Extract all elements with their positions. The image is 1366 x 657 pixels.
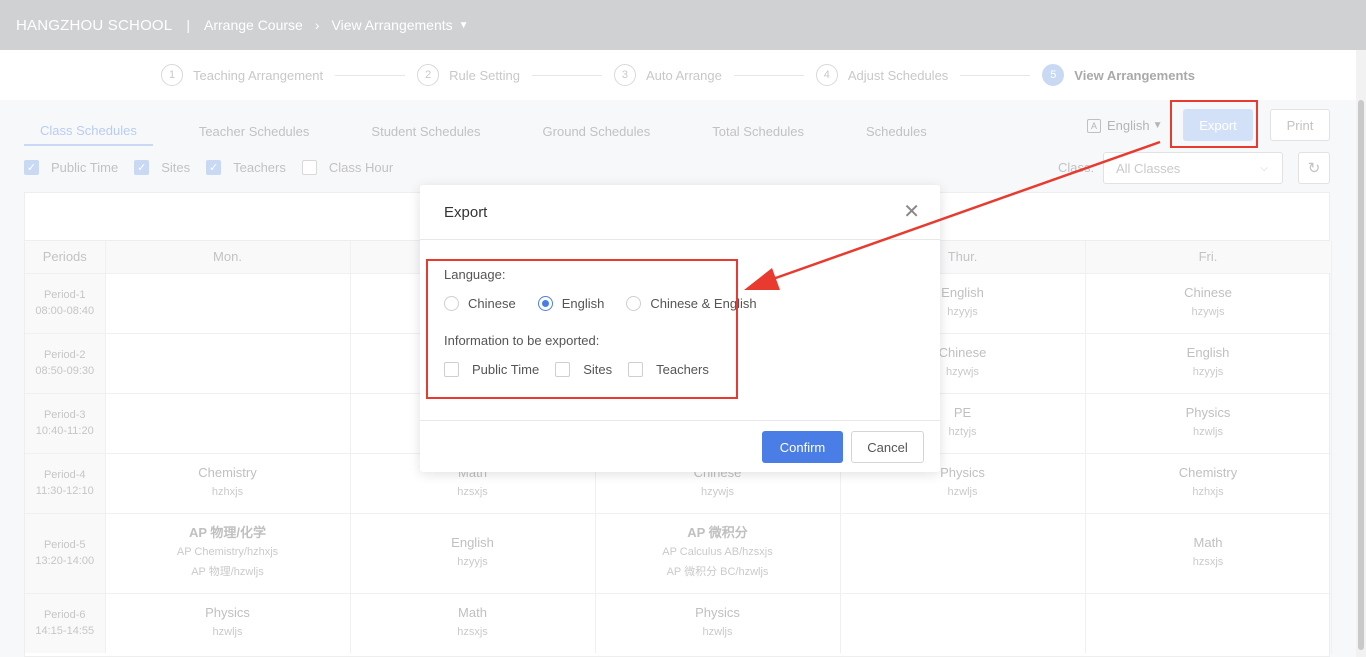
- annotation-arrow: [744, 140, 1161, 290]
- arrow-head: [744, 268, 780, 290]
- modal-overlay: Export ✕ Language: Chinese English Chine…: [0, 0, 1366, 657]
- arrow-line: [769, 140, 1161, 282]
